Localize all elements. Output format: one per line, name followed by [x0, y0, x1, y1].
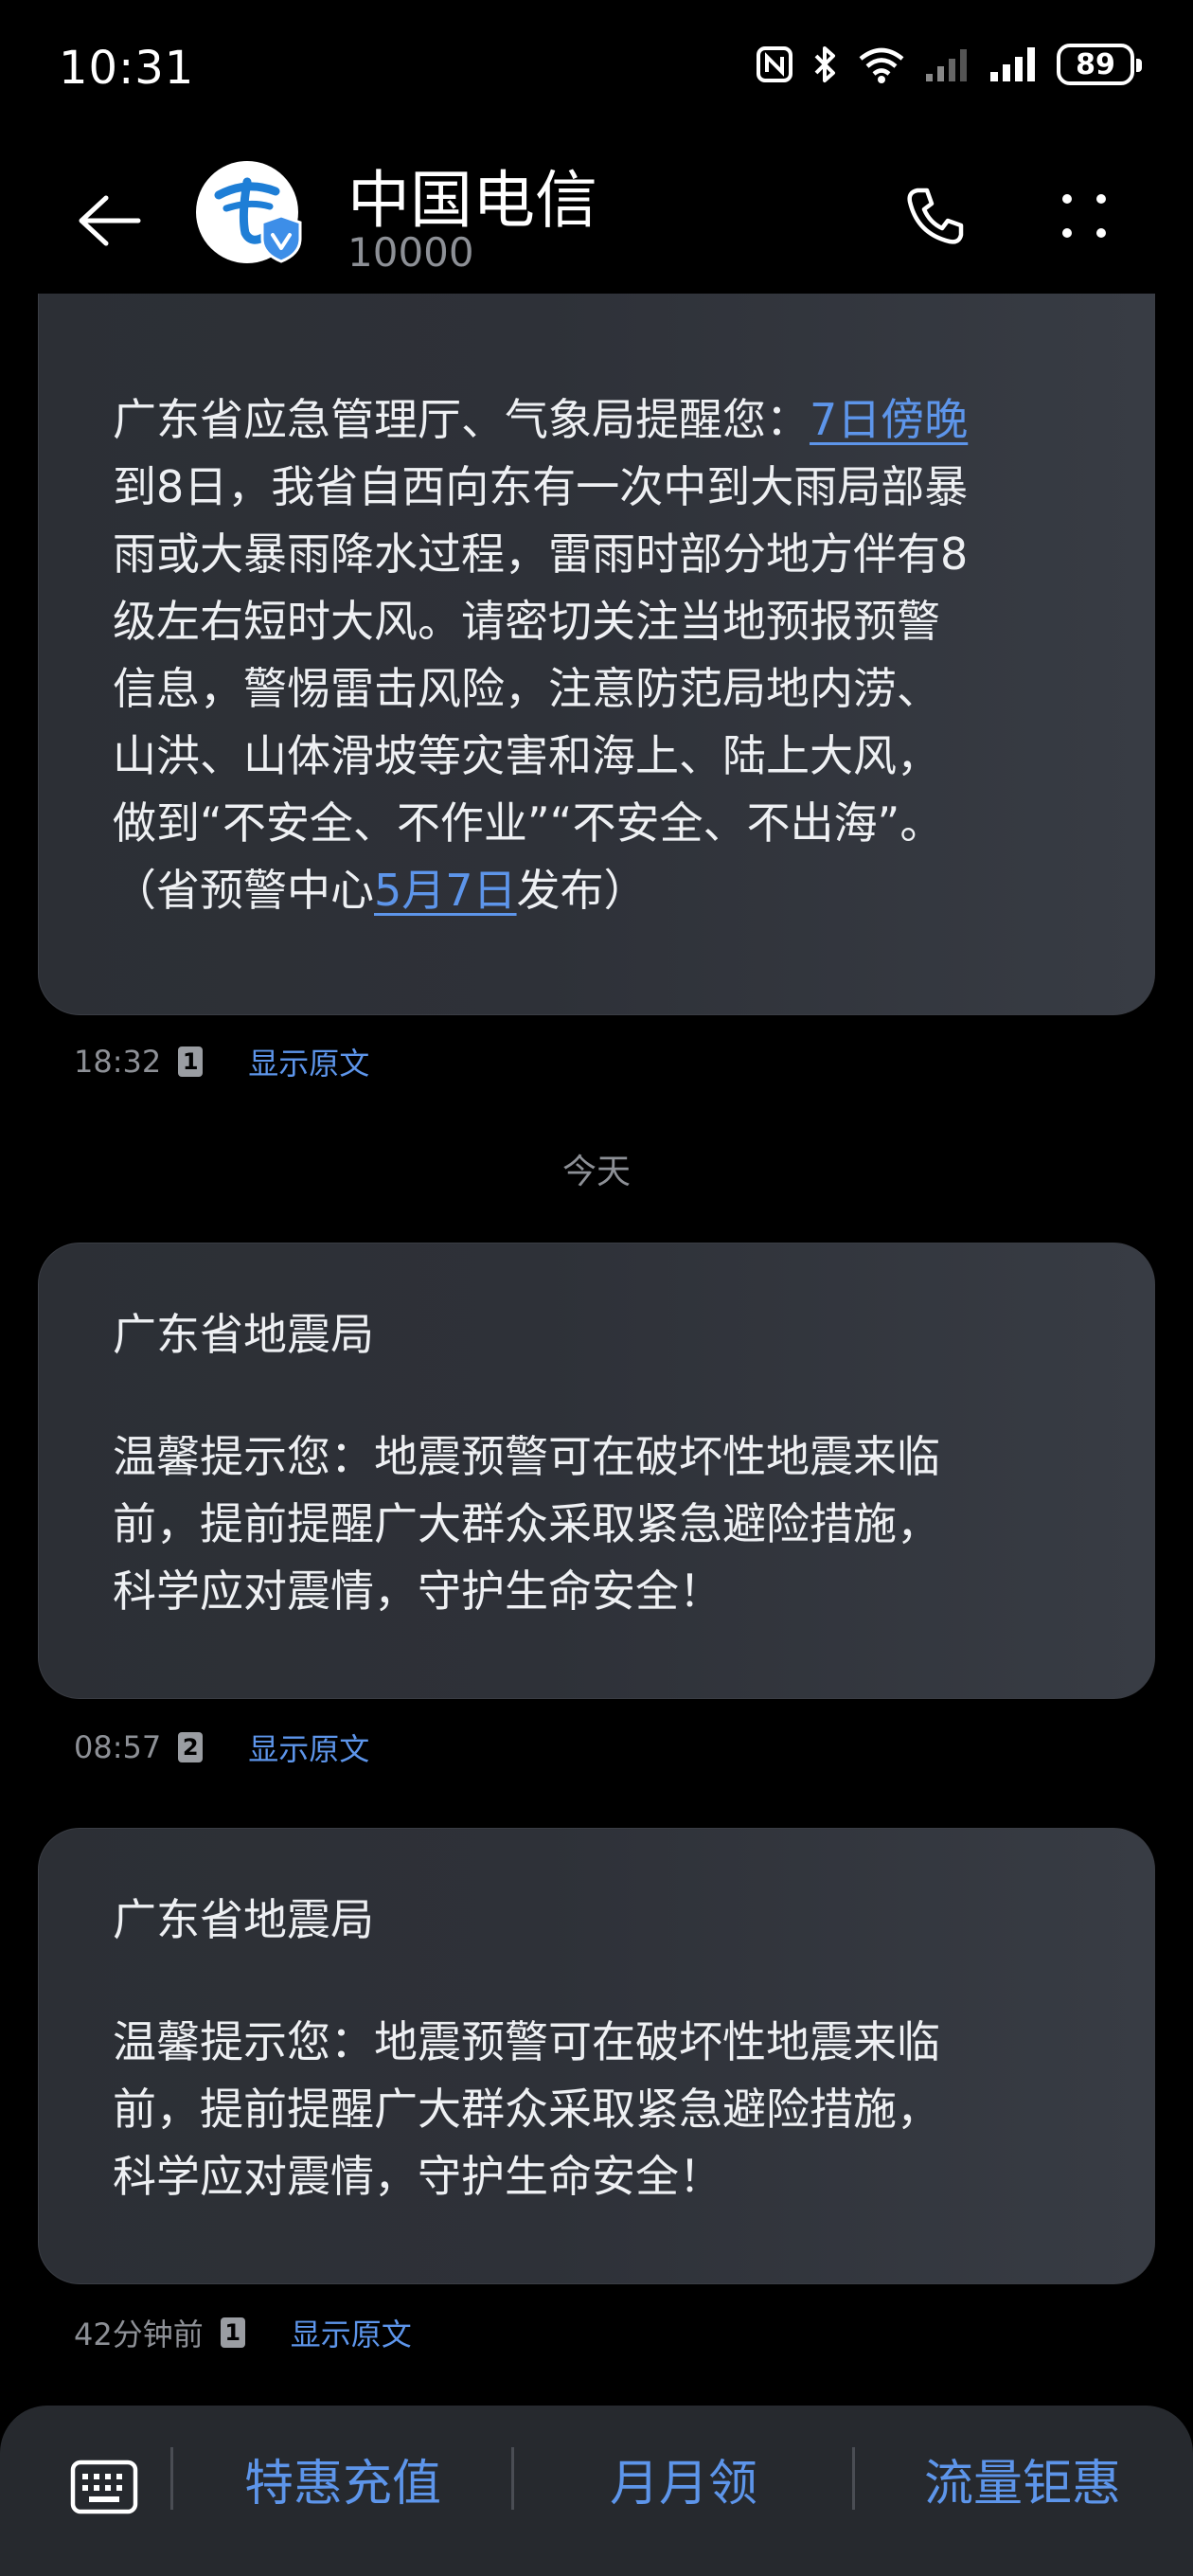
contact-name: 中国电信: [347, 164, 597, 237]
sim-badge: 1: [220, 2317, 245, 2348]
nfc-icon: [757, 46, 792, 82]
call-button[interactable]: [898, 178, 973, 254]
show-original-link[interactable]: 显示原文: [248, 1726, 369, 1769]
message-line: 科学应对震情，守护生命安全！: [113, 1565, 722, 1617]
message-line: 级左右短时大风。请密切关注当地预报预警: [113, 596, 940, 647]
status-time: 10:31: [59, 42, 195, 95]
message-line: 做到“不安全、不作业”“不安全、不出海”。: [113, 797, 944, 849]
battery-level: 89: [1076, 47, 1115, 81]
contact-number: 10000: [347, 229, 474, 276]
sms-conversation-screen: 10:31 89 广东省应急管理厅、气象局提醒您：7日傍晚 到8日，我省自西向东…: [0, 0, 1193, 2576]
message-line: 温馨提示您：地震预警可在破坏性地震来临: [113, 1431, 940, 1482]
date-link[interactable]: 5月7日: [374, 865, 517, 916]
quick-action-monthly[interactable]: 月月领: [610, 2443, 757, 2514]
message-meta: 08:57 2 显示原文: [74, 1726, 369, 1769]
sim-badge: 1: [178, 1046, 204, 1077]
message-line: 雨或大暴雨降水过程，雷雨时部分地方伴有8: [113, 528, 969, 580]
message-body: 温馨提示您：地震预警可在破坏性地震来临 前，提前提醒广大群众采取紧急避险措施， …: [113, 2009, 1097, 2210]
quick-action-data-deal[interactable]: 流量钜惠: [924, 2443, 1121, 2514]
message-meta: 42分钟前 1 显示原文: [74, 2311, 412, 2354]
back-arrow-icon: [79, 195, 141, 246]
message-bubble[interactable]: 广东省地震局 温馨提示您：地震预警可在破坏性地震来临 前，提前提醒广大群众采取紧…: [38, 1828, 1155, 2284]
message-time: 42分钟前: [74, 2317, 204, 2352]
quick-action-bar: 特惠充值 月月领 流量钜惠: [0, 2406, 1193, 2576]
wifi-icon: [859, 47, 904, 83]
divider: [852, 2447, 855, 2510]
divider: [170, 2447, 173, 2510]
message-line: 科学应对震情，守护生命安全！: [113, 2151, 722, 2202]
more-dots-icon: [1062, 194, 1106, 238]
verified-badge-icon: [260, 214, 302, 263]
message-line: 到8日，我省自西向东有一次中到大雨局部暴: [113, 461, 969, 512]
bluetooth-icon: [814, 46, 835, 82]
message-line: 信息，警惕雷击风险，注意防范局地内涝、: [113, 663, 940, 714]
message-time: 08:57: [74, 1729, 162, 1765]
show-original-link[interactable]: 显示原文: [248, 1040, 369, 1083]
message-sender: 广东省地震局: [113, 1894, 374, 1945]
message-body: 温馨提示您：地震预警可在破坏性地震来临 前，提前提醒广大群众采取紧急避险措施， …: [113, 1423, 1097, 1625]
message-line: （省预警中心5月7日发布）: [113, 865, 648, 916]
message-bubble[interactable]: 广东省应急管理厅、气象局提醒您：7日傍晚 到8日，我省自西向东有一次中到大雨局部…: [38, 237, 1155, 1015]
message-line: 前，提前提醒广大群众采取紧急避险措施，: [113, 2084, 940, 2135]
phone-icon: [907, 188, 964, 244]
status-bar: 10:31 89: [0, 0, 1193, 142]
date-divider: 今天: [561, 1153, 631, 1191]
message-line: 广东省应急管理厅、气象局提醒您：7日傍晚: [113, 394, 969, 445]
status-icons: 89: [756, 44, 1142, 85]
more-options-button[interactable]: [1046, 178, 1122, 254]
message-line: 温馨提示您：地震预警可在破坏性地震来临: [113, 2016, 940, 2067]
back-button[interactable]: [66, 178, 151, 263]
sim-badge: 2: [178, 1732, 204, 1762]
message-bubble[interactable]: 广东省地震局 温馨提示您：地震预警可在破坏性地震来临 前，提前提醒广大群众采取紧…: [38, 1243, 1155, 1699]
message-line: 前，提前提醒广大群众采取紧急避险措施，: [113, 1498, 940, 1549]
quick-action-recharge[interactable]: 特惠充值: [244, 2443, 441, 2514]
show-original-link[interactable]: 显示原文: [291, 2311, 412, 2354]
message-body: 广东省应急管理厅、气象局提醒您：7日傍晚 到8日，我省自西向东有一次中到大雨局部…: [113, 386, 1097, 924]
message-meta: 18:32 1 显示原文: [74, 1040, 369, 1083]
keyboard-icon: [70, 2460, 138, 2514]
date-link[interactable]: 7日傍晚: [810, 394, 968, 445]
message-time: 18:32: [74, 1044, 162, 1080]
battery-icon: 89: [1057, 44, 1142, 85]
signal-sim2-icon: [926, 49, 967, 81]
signal-sim1-icon: [990, 47, 1035, 81]
message-sender: 广东省地震局: [113, 1309, 374, 1360]
divider: [511, 2447, 514, 2510]
conversation-header: 中国电信 10000: [0, 142, 1193, 294]
keyboard-button[interactable]: [70, 2459, 138, 2515]
message-line: 山洪、山体滑坡等灾害和海上、陆上大风，: [113, 730, 940, 781]
